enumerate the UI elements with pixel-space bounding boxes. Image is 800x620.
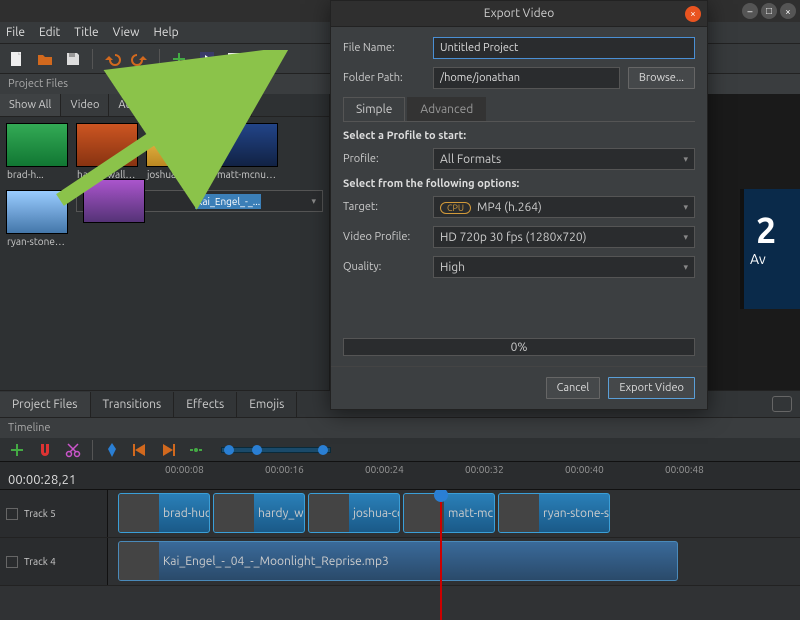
preview-frame: 2 Av: [740, 189, 800, 309]
tab-advanced[interactable]: Advanced: [407, 97, 486, 121]
filter-audio[interactable]: Audio: [109, 94, 157, 116]
dialog-close-button[interactable]: ×: [685, 6, 701, 22]
timeline-tools: [0, 438, 800, 462]
clip[interactable]: brad-huchteman-s: [118, 493, 210, 533]
timecode: 00:00:28,21: [8, 473, 76, 487]
menu-help[interactable]: Help: [153, 26, 178, 39]
save-icon[interactable]: [64, 50, 82, 68]
tab-effects[interactable]: Effects: [174, 392, 237, 417]
export-dialog: Export Video × File Name: Folder Path: B…: [330, 0, 708, 410]
track: Track 4Kai_Engel_-_04_-_Moonlight_Repris…: [0, 538, 800, 586]
close-button[interactable]: ×: [780, 3, 796, 19]
track-header[interactable]: Track 5: [0, 490, 108, 537]
timeline-ruler[interactable]: 00:00:28,21 00:00:08 00:00:16 00:00:24 00:0…: [0, 462, 800, 490]
prev-marker-icon[interactable]: [131, 441, 149, 459]
thumbnail[interactable]: matt-mcnult...: [216, 123, 278, 182]
playhead[interactable]: [440, 490, 442, 620]
profile-header: Select a Profile to start:: [343, 130, 695, 142]
filter-video[interactable]: Video: [61, 94, 109, 116]
ruler-tick: 00:00:08: [165, 464, 204, 475]
quality-select[interactable]: High: [433, 256, 695, 278]
marker-icon[interactable]: [103, 441, 121, 459]
play-icon[interactable]: [198, 50, 216, 68]
project-files-panel: Show All Video Audio Image Filter brad-h…: [0, 94, 330, 390]
open-folder-icon[interactable]: [36, 50, 54, 68]
thumbnail[interactable]: hardy_wallpa...: [76, 123, 138, 182]
redo-icon[interactable]: [131, 50, 149, 68]
thumbnail[interactable]: ryan-stone-s...: [6, 190, 68, 249]
menu-view[interactable]: View: [113, 26, 140, 39]
options-header: Select from the following options:: [343, 178, 695, 190]
ruler-tick: 00:00:48: [665, 464, 704, 475]
filter-image[interactable]: Image: [157, 94, 206, 116]
add-track-icon[interactable]: [8, 441, 26, 459]
clip[interactable]: hardy_wallpaper_: [213, 493, 305, 533]
clip[interactable]: ryan-stone-skykomis...: [498, 493, 610, 533]
menu-title[interactable]: Title: [74, 26, 98, 39]
folder-path-input[interactable]: [433, 67, 620, 89]
folder-path-label: Folder Path:: [343, 72, 425, 84]
clip[interactable]: Kai_Engel_-_04_-_Moonlight_Reprise.mp3: [118, 541, 678, 581]
ruler-tick: 00:00:16: [265, 464, 304, 475]
ruler-tick: 00:00:32: [465, 464, 504, 475]
file-name-label: File Name:: [343, 42, 425, 54]
progress-bar: 0%: [343, 338, 695, 356]
ruler-tick: 00:00:24: [365, 464, 404, 475]
thumbnail[interactable]: Kai_Engel_-_...: [76, 190, 323, 212]
export-video-button[interactable]: Export Video: [608, 377, 695, 399]
menu-edit[interactable]: Edit: [39, 26, 60, 39]
cancel-button[interactable]: Cancel: [546, 377, 601, 399]
menu-file[interactable]: File: [6, 26, 25, 39]
filter-show-all[interactable]: Show All: [0, 94, 61, 116]
camera-icon[interactable]: [772, 396, 792, 412]
timeline-tracks: Track 5brad-huchteman-shardy_wallpaper_j…: [0, 490, 800, 620]
browse-button[interactable]: Browse...: [628, 67, 695, 89]
track: Track 5brad-huchteman-shardy_wallpaper_j…: [0, 490, 800, 538]
thumbnail[interactable]: joshua-colem...: [146, 123, 208, 182]
ruler-tick: 00:00:40: [565, 464, 604, 475]
clip[interactable]: joshua-coleman-s: [308, 493, 400, 533]
track-header[interactable]: Track 4: [0, 538, 108, 585]
video-profile-select[interactable]: HD 720p 30 fps (1280x720): [433, 226, 695, 248]
quality-label: Quality:: [343, 261, 425, 273]
tab-emojis[interactable]: Emojis: [237, 392, 297, 417]
minimize-button[interactable]: –: [742, 3, 758, 19]
video-profile-label: Video Profile:: [343, 231, 425, 243]
undo-icon[interactable]: [103, 50, 121, 68]
cut-icon[interactable]: [64, 441, 82, 459]
clip[interactable]: matt-mcnulty-nyc: [403, 493, 495, 533]
new-file-icon[interactable]: [8, 50, 26, 68]
add-icon[interactable]: [170, 50, 188, 68]
timeline-label: Timeline: [0, 418, 800, 438]
next-marker-icon[interactable]: [159, 441, 177, 459]
maximize-button[interactable]: □: [761, 3, 777, 19]
target-select[interactable]: CPUMP4 (h.264): [433, 196, 695, 218]
dialog-title: Export Video: [484, 7, 555, 20]
file-name-input[interactable]: [433, 37, 695, 59]
tab-project-files[interactable]: Project Files: [0, 392, 91, 417]
tab-simple[interactable]: Simple: [343, 97, 405, 121]
filter-input[interactable]: Filter: [207, 94, 252, 116]
snap-icon[interactable]: [36, 441, 54, 459]
screenshot-icon[interactable]: [226, 50, 244, 68]
export-record-icon[interactable]: [254, 50, 272, 68]
thumbnail[interactable]: brad-h...: [6, 123, 68, 182]
profile-label: Profile:: [343, 153, 425, 165]
center-playhead-icon[interactable]: [187, 441, 205, 459]
profile-select[interactable]: All Formats: [433, 148, 695, 170]
zoom-slider[interactable]: [221, 447, 331, 453]
tab-transitions[interactable]: Transitions: [91, 392, 175, 417]
target-label: Target:: [343, 201, 425, 213]
